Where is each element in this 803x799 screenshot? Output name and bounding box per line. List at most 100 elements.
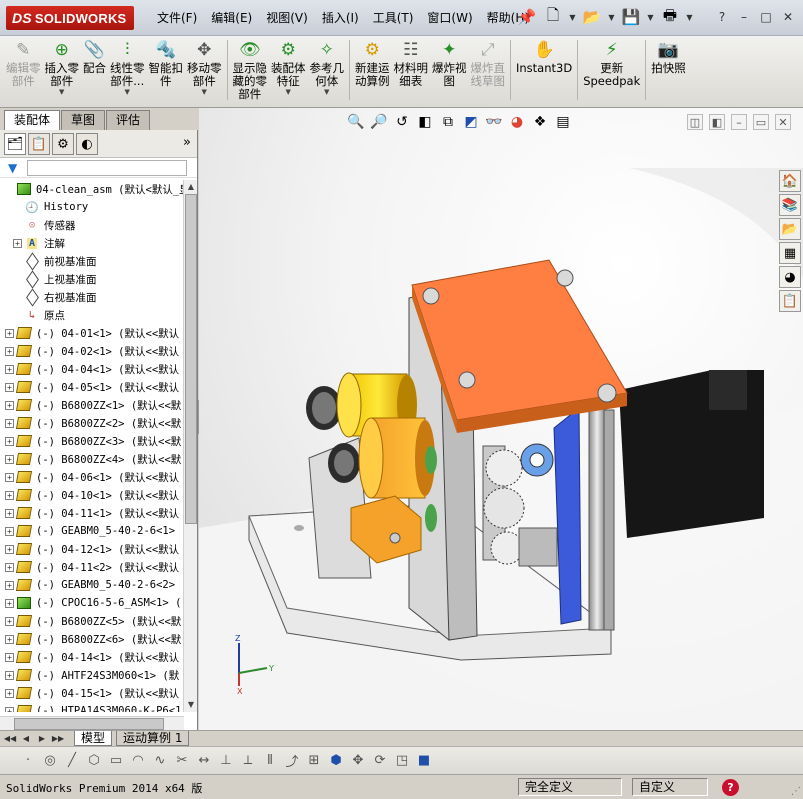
assembly-feature-button[interactable]: ⚙ 装配体 特征 ▼ <box>269 36 308 104</box>
take-snapshot-button[interactable]: 📷 拍快照 <box>649 36 688 104</box>
viewport-restore-button[interactable]: ▭ <box>753 114 769 130</box>
scroll-up-icon[interactable]: ▲ <box>184 180 198 194</box>
tab-assembly[interactable]: 装配体 <box>4 110 61 130</box>
view-settings-icon[interactable]: ▤ <box>554 113 572 131</box>
tree-row[interactable]: + (-) 04-15<1> (默认<<默认 <box>0 684 184 702</box>
resize-grip-icon[interactable]: ⋰ <box>791 786 801 797</box>
new-document-icon[interactable]: 🗋 <box>542 6 564 28</box>
expand-icon[interactable]: » <box>183 135 191 150</box>
tree-row[interactable]: + (-) 04-06<1> (默认<<默认 <box>0 468 184 486</box>
edit-appearance-icon[interactable]: ◕ <box>508 113 526 131</box>
pin-icon[interactable]: 📌 <box>516 6 538 28</box>
expand-icon[interactable]: + <box>5 580 14 590</box>
chevron-down-icon[interactable]: ▼ <box>568 6 577 28</box>
expand-icon[interactable]: + <box>5 634 14 644</box>
tree-row[interactable]: + (-) 04-05<1> (默认<<默认 <box>0 378 184 396</box>
move-component-button[interactable]: ✥ 移动零 部件 ▼ <box>185 36 224 104</box>
view-palette-icon[interactable]: ▦ <box>779 242 801 264</box>
previous-view-icon[interactable]: ↺ <box>393 113 411 131</box>
file-explorer-icon[interactable]: 📂 <box>779 218 801 240</box>
tree-row[interactable]: 🕘 History <box>0 198 184 216</box>
scroll-thumb[interactable] <box>185 194 197 524</box>
tree-row[interactable]: + (-) 04-14<1> (默认<<默认 <box>0 648 184 666</box>
linear-pattern-button[interactable]: ⫶ 线性零 部件... ▼ <box>108 36 147 104</box>
polygon-icon[interactable]: ⬡ <box>84 751 104 771</box>
menu-item[interactable]: 文件(F) <box>150 0 204 36</box>
menu-item[interactable]: 插入(I) <box>315 0 366 36</box>
tree-row[interactable]: + (-) HTPA14S3M060-K-P6<1 <box>0 702 184 712</box>
chevron-down-icon[interactable]: ▼ <box>607 6 616 28</box>
prev-tab-icon[interactable]: ◀ <box>18 732 34 745</box>
restore-button[interactable]: □ <box>757 8 775 26</box>
relation-icon[interactable]: ⊥ <box>216 751 236 771</box>
expand-icon[interactable]: + <box>5 652 14 662</box>
chevron-down-icon[interactable]: ▼ <box>202 88 207 96</box>
appearances-icon[interactable]: ◕ <box>779 266 801 288</box>
expand-icon[interactable]: + <box>5 490 14 500</box>
tree-row[interactable]: + (-) B6800ZZ<5> (默认<<默 <box>0 612 184 630</box>
open-folder-icon[interactable]: 📂 <box>581 6 603 28</box>
show-hidden-button[interactable]: 👁 显示隐 藏的零 部件 <box>231 36 270 104</box>
line-icon[interactable]: ╱ <box>62 751 82 771</box>
expand-icon[interactable]: + <box>5 562 14 572</box>
rectangle-icon[interactable]: ▭ <box>106 751 126 771</box>
minimize-button[interactable]: – <box>735 8 753 26</box>
filter-input[interactable] <box>27 159 188 176</box>
close-button[interactable]: ✕ <box>779 8 797 26</box>
tree-row[interactable]: + (-) 04-10<1> (默认<<默认 <box>0 486 184 504</box>
zoom-to-area-icon[interactable]: 🔎 <box>370 113 388 131</box>
trim-icon[interactable]: ✂ <box>172 751 192 771</box>
filter-icon[interactable]: ▼ <box>8 161 17 175</box>
move-icon[interactable]: ✥ <box>348 751 368 771</box>
tree-row[interactable]: + (-) 04-12<1> (默认<<默认 <box>0 540 184 558</box>
point-icon[interactable]: · <box>18 751 38 771</box>
chevron-down-icon[interactable]: ▼ <box>685 6 694 28</box>
tree-row[interactable]: + (-) 04-11<2> (默认<<默认 <box>0 558 184 576</box>
chevron-down-icon[interactable]: ▼ <box>286 88 291 96</box>
viewport-minimize-button[interactable]: – <box>731 114 747 130</box>
expand-icon[interactable]: + <box>5 616 14 626</box>
arc-icon[interactable]: ◠ <box>128 751 148 771</box>
spline-icon[interactable]: ∿ <box>150 751 170 771</box>
tree-row[interactable]: 04-clean_asm (默认<默认_显 <box>0 180 184 198</box>
expand-icon[interactable]: + <box>13 238 22 248</box>
insert-component-button[interactable]: ⊕ 插入零 部件 ▼ <box>43 36 82 104</box>
tree-row[interactable]: + (-) B6800ZZ<3> (默认<<默 <box>0 432 184 450</box>
first-tab-icon[interactable]: ◀◀ <box>2 732 18 745</box>
hexagon-icon[interactable]: ⬢ <box>326 751 346 771</box>
menu-item[interactable]: 视图(V) <box>259 0 315 36</box>
instant3d-button[interactable]: ✋ Instant3D <box>514 36 574 104</box>
convert-entities-icon[interactable]: ⤴ <box>282 751 302 771</box>
display-style-icon[interactable]: ■ <box>414 751 434 771</box>
last-tab-icon[interactable]: ▶▶ <box>50 732 66 745</box>
edit-component-button[interactable]: ✎ 编辑零 部件 <box>4 36 43 104</box>
tree-row[interactable]: + (-) 04-11<1> (默认<<默认 <box>0 504 184 522</box>
circle-icon[interactable]: ◎ <box>40 751 60 771</box>
expand-icon[interactable]: + <box>5 436 14 446</box>
viewport-split-icon[interactable]: ◧ <box>709 114 725 130</box>
tree-horizontal-scrollbar[interactable] <box>0 716 184 730</box>
tree-row[interactable]: + (-) B6800ZZ<4> (默认<<默 <box>0 450 184 468</box>
menu-item[interactable]: 编辑(E) <box>204 0 259 36</box>
help-button[interactable]: ? <box>713 8 731 26</box>
tree-row[interactable]: + (-) 04-04<1> (默认<<默认 <box>0 360 184 378</box>
scroll-thumb[interactable] <box>14 718 164 730</box>
expand-icon[interactable]: + <box>5 688 14 698</box>
expand-icon[interactable]: + <box>5 346 14 356</box>
feature-manager-tab-icon[interactable]: 🗂 <box>4 133 26 155</box>
expand-icon[interactable]: + <box>5 364 14 374</box>
display-style-icon[interactable]: ◩ <box>462 113 480 131</box>
rotate-icon[interactable]: ⟳ <box>370 751 390 771</box>
design-library-icon[interactable]: 📚 <box>779 194 801 216</box>
print-icon[interactable]: 🖶 <box>659 6 681 28</box>
expand-icon[interactable]: + <box>5 382 14 392</box>
next-tab-icon[interactable]: ▶ <box>34 732 50 745</box>
status-units[interactable]: 自定义 <box>632 778 708 796</box>
expand-icon[interactable]: + <box>5 544 14 554</box>
expand-icon[interactable]: + <box>5 400 14 410</box>
chevron-down-icon[interactable]: ▼ <box>324 88 329 96</box>
expand-icon[interactable]: + <box>5 418 14 428</box>
expand-icon[interactable]: + <box>5 328 14 338</box>
tab-sketch[interactable]: 草图 <box>61 110 106 130</box>
smart-dimension-icon[interactable]: ↔ <box>194 751 214 771</box>
